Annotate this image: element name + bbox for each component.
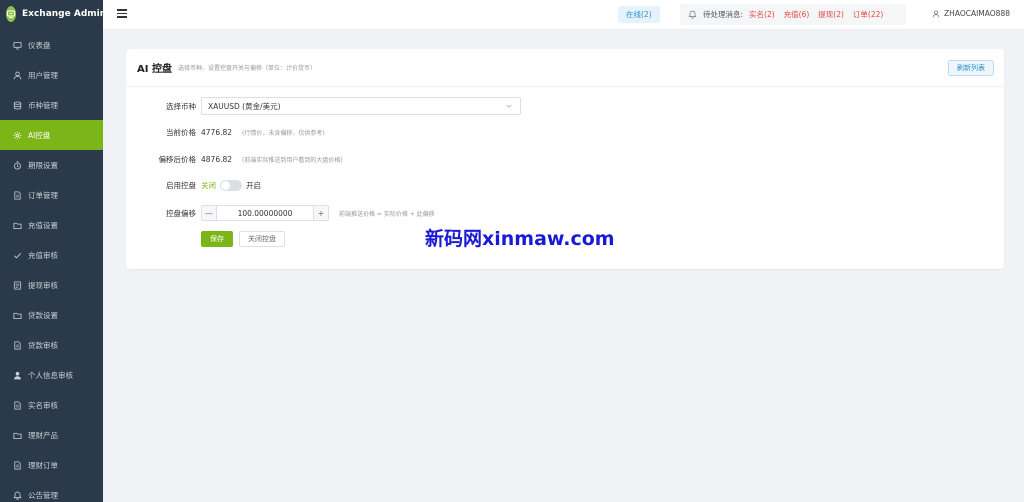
sidebar-item-label: 贷款审核 bbox=[28, 340, 58, 350]
pending-messages: 待处理消息: 实名(2) 充值(6) 提现(2) 订单(22) bbox=[680, 4, 906, 25]
person-icon bbox=[12, 370, 22, 380]
user-icon bbox=[12, 70, 22, 80]
sidebar-item-14[interactable]: 理财订单 bbox=[0, 450, 103, 480]
timer-icon bbox=[12, 160, 22, 170]
pending-order-link[interactable]: 订单(22) bbox=[853, 9, 883, 20]
sidebar-item-11[interactable]: 个人信息审核 bbox=[0, 360, 103, 390]
save-button[interactable]: 保存 bbox=[201, 231, 233, 247]
sidebar-item-3[interactable]: AI控盘 bbox=[0, 120, 103, 150]
current-price-label: 当前价格 bbox=[166, 127, 196, 137]
gear-icon bbox=[12, 130, 22, 140]
sidebar-item-12[interactable]: 实名审核 bbox=[0, 390, 103, 420]
watermark: 新码网xinmaw.com bbox=[425, 228, 615, 250]
sidebar-item-label: 理财订单 bbox=[28, 460, 58, 470]
sidebar-item-label: 个人信息审核 bbox=[28, 370, 73, 380]
check-icon bbox=[12, 250, 22, 260]
username: ZHAOCAIMAO888 bbox=[944, 9, 1010, 18]
online-users-badge[interactable]: 在线(2) bbox=[618, 6, 660, 23]
document-icon bbox=[12, 460, 22, 470]
sidebar-item-0[interactable]: 仪表盘 bbox=[0, 30, 103, 60]
sidebar-item-13[interactable]: 理财产品 bbox=[0, 420, 103, 450]
sidebar-item-label: 用户管理 bbox=[28, 70, 58, 80]
sidebar-item-15[interactable]: 公告管理 bbox=[0, 480, 103, 502]
toggle-off-text: 关闭 bbox=[201, 180, 216, 190]
sidebar-item-label: 提现审核 bbox=[28, 280, 58, 290]
refresh-list-button[interactable]: 刷新列表 bbox=[948, 60, 994, 76]
card-header: AI 控盘 选择币种、设置控盘开关与偏移（单位：计价货币） bbox=[126, 49, 1004, 87]
sidebar-item-1[interactable]: 用户管理 bbox=[0, 60, 103, 90]
sidebar-item-label: AI控盘 bbox=[28, 130, 51, 140]
symbol-label: 选择币种 bbox=[166, 101, 196, 111]
toggle-knob bbox=[221, 180, 230, 190]
receipt-icon bbox=[12, 280, 22, 290]
database-icon bbox=[12, 100, 22, 110]
dashboard-icon bbox=[12, 40, 22, 50]
app-logo-icon bbox=[6, 6, 16, 22]
sidebar-item-7[interactable]: 充值审核 bbox=[0, 240, 103, 270]
symbol-select[interactable]: XAUUSD (黄金/美元) bbox=[201, 97, 521, 115]
user-menu[interactable]: ZHAOCAIMAO888 bbox=[932, 9, 1010, 18]
sidebar-item-label: 公告管理 bbox=[28, 490, 58, 500]
enable-control-label: 启用控盘 bbox=[166, 180, 196, 190]
offset-price-hint: (前端实际推送到用户看到的大盘价格) bbox=[242, 156, 343, 164]
offset-input[interactable]: 100.00000000 bbox=[217, 209, 313, 218]
folder-icon bbox=[12, 310, 22, 320]
app-title: Exchange Admin bbox=[22, 9, 103, 19]
brand[interactable]: Exchange Admin bbox=[0, 0, 103, 28]
chevron-down-icon bbox=[506, 104, 512, 108]
current-price-value: 4776.82 bbox=[201, 127, 233, 137]
pending-deposit-link[interactable]: 充值(6) bbox=[784, 9, 810, 20]
decrement-button[interactable]: — bbox=[202, 206, 217, 220]
sidebar-item-label: 充值审核 bbox=[28, 250, 58, 260]
sidebar-item-10[interactable]: 贷款审核 bbox=[0, 330, 103, 360]
user-icon bbox=[932, 10, 940, 17]
sidebar-item-label: 充值设置 bbox=[28, 220, 58, 230]
sidebar-item-label: 实名审核 bbox=[28, 400, 58, 410]
symbol-selected-value: XAUUSD (黄金/美元) bbox=[208, 101, 281, 111]
sidebar-item-label: 理财产品 bbox=[28, 430, 58, 440]
offset-label: 控盘偏移 bbox=[166, 208, 196, 218]
sidebar-item-9[interactable]: 贷款设置 bbox=[0, 300, 103, 330]
document-icon bbox=[12, 190, 22, 200]
pending-realname-link[interactable]: 实名(2) bbox=[749, 9, 775, 20]
offset-price-value: 4876.82 bbox=[201, 154, 233, 164]
folder-icon bbox=[12, 220, 22, 230]
increment-button[interactable]: + bbox=[313, 206, 328, 220]
offset-price-label: 偏移后价格 bbox=[158, 154, 197, 164]
bell-icon bbox=[12, 490, 22, 500]
sidebar-item-label: 期限设置 bbox=[28, 160, 58, 170]
sidebar: Exchange Admin 仪表盘用户管理币种管理 AI控盘期限设置订单管理充值… bbox=[0, 0, 103, 502]
sidebar-item-4[interactable]: 期限设置 bbox=[0, 150, 103, 180]
sidebar-item-label: 币种管理 bbox=[28, 100, 58, 110]
document-icon bbox=[12, 400, 22, 410]
sidebar-item-8[interactable]: 提现审核 bbox=[0, 270, 103, 300]
page-subtitle: 选择币种、设置控盘开关与偏移（单位：计价货币） bbox=[177, 65, 316, 72]
offset-stepper: — 100.00000000 + bbox=[201, 205, 329, 221]
sidebar-item-2[interactable]: 币种管理 bbox=[0, 90, 103, 120]
toggle-on-text: 开启 bbox=[246, 180, 261, 190]
page-title: AI 控盘 bbox=[137, 64, 172, 75]
topbar: 在线(2) 待处理消息: 实名(2) 充值(6) 提现(2) 订单(22) ZH… bbox=[103, 0, 1024, 30]
close-control-button[interactable]: 关闭控盘 bbox=[239, 231, 285, 247]
sidebar-item-label: 仪表盘 bbox=[28, 40, 51, 50]
sidebar-item-label: 订单管理 bbox=[28, 190, 58, 200]
enable-control-toggle[interactable] bbox=[220, 179, 242, 191]
menu-toggle-icon[interactable] bbox=[117, 9, 127, 19]
sidebar-item-label: 贷款设置 bbox=[28, 310, 58, 320]
sidebar-item-5[interactable]: 订单管理 bbox=[0, 180, 103, 210]
pending-withdraw-link[interactable]: 提现(2) bbox=[818, 9, 844, 20]
current-price-hint: (行情价，未含偏移，仅供参考) bbox=[242, 129, 325, 137]
sidebar-menu: 仪表盘用户管理币种管理 AI控盘期限设置订单管理充值设置充值审核提现审核贷款设置贷… bbox=[0, 30, 103, 502]
sidebar-item-6[interactable]: 充值设置 bbox=[0, 210, 103, 240]
offset-hint: 前端推送价格 = 实际价格 + 此偏移 bbox=[339, 210, 435, 218]
bell-icon bbox=[688, 10, 697, 19]
pending-label: 待处理消息: bbox=[703, 10, 744, 19]
document-icon bbox=[12, 340, 22, 350]
folder-icon bbox=[12, 430, 22, 440]
